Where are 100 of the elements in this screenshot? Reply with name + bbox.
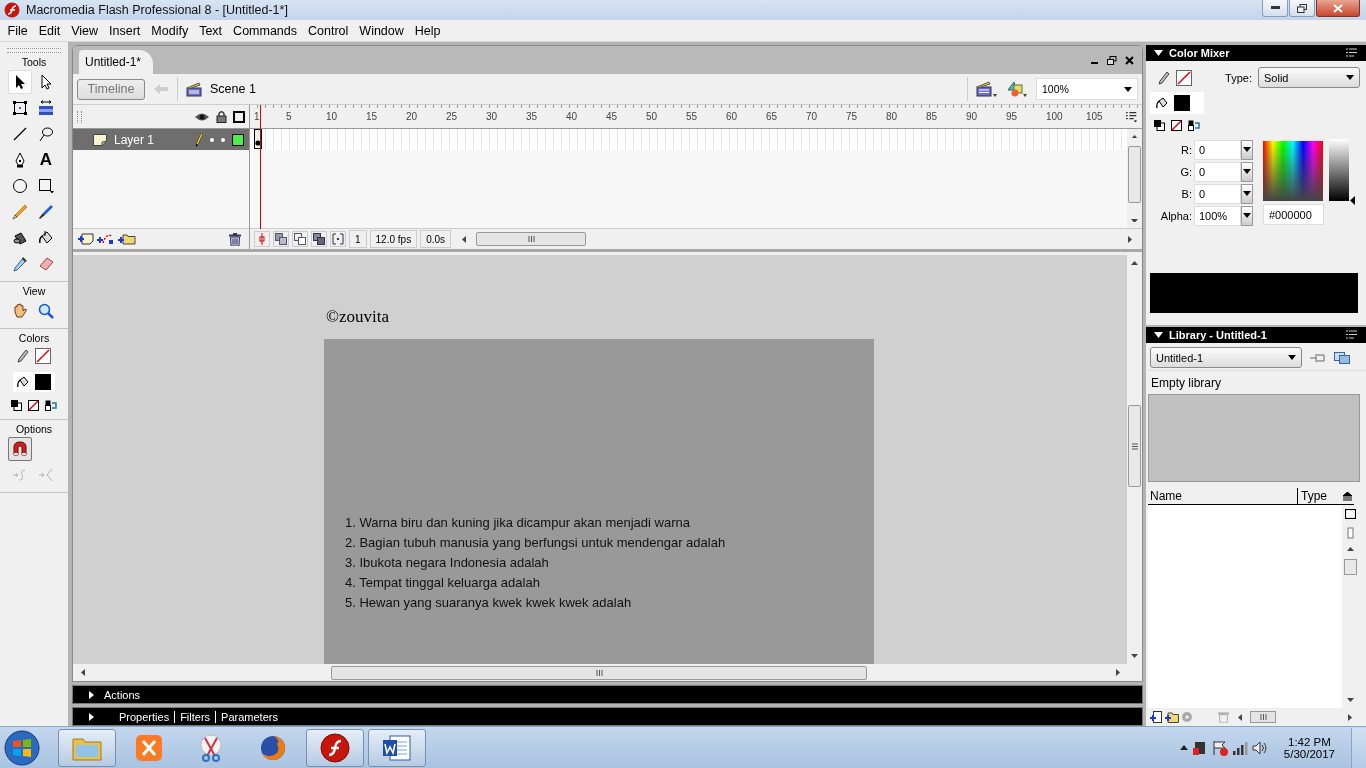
panel-grip[interactable] <box>77 110 82 123</box>
scroll-up-icon[interactable] <box>1131 261 1138 265</box>
network-adapter-icon[interactable] <box>1191 739 1208 756</box>
new-folder-icon[interactable] <box>1165 711 1179 723</box>
scrollbar-thumb[interactable] <box>1128 146 1141 203</box>
signal-bars-icon[interactable] <box>1231 740 1248 755</box>
channel-field[interactable]: 0 <box>1194 183 1241 204</box>
menu-icon[interactable] <box>1126 110 1138 123</box>
taskbar-button[interactable] <box>368 728 426 767</box>
default-colors-icon[interactable] <box>11 400 22 411</box>
scroll-right-icon[interactable] <box>1116 669 1120 677</box>
no-color-icon[interactable] <box>1171 120 1182 131</box>
clock-date[interactable]: 5/30/2017 <box>1283 747 1335 760</box>
panel-tab[interactable]: Filters <box>174 710 216 723</box>
taskbar-button[interactable] <box>306 728 364 767</box>
dropdown-button[interactable] <box>1241 183 1253 204</box>
menu-item[interactable]: Control <box>302 23 354 38</box>
fill-color-swatch[interactable] <box>1174 95 1190 111</box>
timeline-button[interactable]: Timeline <box>77 78 145 100</box>
speaker-icon[interactable] <box>1251 740 1268 755</box>
trash-icon[interactable] <box>229 232 241 246</box>
panel-grip[interactable] <box>7 48 61 53</box>
menu-icon[interactable] <box>1346 48 1358 58</box>
menu-item[interactable]: Help <box>409 23 446 38</box>
channel-field[interactable]: 100% <box>1194 205 1241 226</box>
menu-item[interactable]: Commands <box>227 23 303 38</box>
panel-header[interactable]: Color Mixer <box>1146 45 1366 61</box>
outline-icon[interactable] <box>233 110 245 123</box>
menu-item[interactable]: View <box>65 23 104 38</box>
panel-tab[interactable]: Properties <box>114 710 175 723</box>
scrollbar-thumb[interactable] <box>476 232 587 246</box>
eye-icon[interactable] <box>194 111 210 122</box>
onion-outline-button[interactable] <box>292 231 308 247</box>
menu-item[interactable]: File <box>2 23 34 38</box>
fill-color-swatch[interactable] <box>35 374 51 390</box>
default-colors-icon[interactable] <box>1154 120 1165 131</box>
scroll-down-icon[interactable] <box>1346 698 1354 702</box>
channel-field[interactable]: 0 <box>1194 161 1241 182</box>
no-color-icon[interactable] <box>28 400 39 411</box>
scrollbar-thumb[interactable] <box>331 665 867 680</box>
onion-markers-button[interactable] <box>330 231 346 247</box>
text-tool[interactable]: A <box>34 148 58 172</box>
edit-scene-button[interactable] <box>976 80 998 98</box>
scroll-right-icon[interactable] <box>1128 235 1132 243</box>
actions-panel-bar[interactable]: Actions <box>72 685 1143 705</box>
menu-icon[interactable] <box>1346 330 1358 340</box>
edit-frames-button[interactable] <box>311 231 327 247</box>
new-symbol-icon[interactable] <box>1150 711 1162 723</box>
scrollbar-thumb[interactable] <box>1343 559 1357 575</box>
show-hidden-icons-icon[interactable] <box>1179 745 1188 750</box>
center-frame-button[interactable] <box>254 231 270 247</box>
add-layer-icon[interactable] <box>78 233 94 245</box>
zoom-dropdown[interactable]: 100% <box>1036 78 1138 100</box>
scroll-up-icon[interactable] <box>1131 135 1138 139</box>
channel-field[interactable]: 0 <box>1194 139 1241 160</box>
clock-time[interactable]: 1:42 PM <box>1288 735 1331 748</box>
close-icon[interactable] <box>1125 55 1134 65</box>
scroll-down-icon[interactable] <box>1131 218 1138 222</box>
column-header[interactable]: Type <box>1298 488 1343 504</box>
type-dropdown[interactable]: Solid <box>1258 67 1360 88</box>
start-button[interactable] <box>4 729 40 766</box>
menu-item[interactable]: Insert <box>103 23 146 38</box>
scrollbar-thumb[interactable] <box>1128 405 1141 487</box>
panel-header[interactable]: Library - Untitled-1 <box>1146 327 1366 343</box>
document-tab[interactable]: Untitled-1* <box>79 50 154 74</box>
menu-item[interactable]: Edit <box>33 23 66 38</box>
dropdown-button[interactable] <box>1241 139 1253 160</box>
lock-icon[interactable] <box>216 110 227 123</box>
minimize-button[interactable] <box>1262 0 1288 17</box>
onion-skin-button[interactable] <box>273 231 289 247</box>
close-button[interactable] <box>1316 0 1360 17</box>
new-window-icon[interactable] <box>1334 351 1350 364</box>
scroll-down-icon[interactable] <box>1131 654 1138 659</box>
column-header[interactable]: Name <box>1148 488 1298 504</box>
restore-button[interactable] <box>1289 0 1315 17</box>
narrow-view-icon[interactable] <box>1346 527 1354 539</box>
wide-view-icon[interactable] <box>1344 509 1356 519</box>
swap-colors-icon[interactable] <box>1188 120 1200 131</box>
scrollbar-thumb[interactable] <box>1250 711 1276 723</box>
add-folder-icon[interactable] <box>118 233 136 245</box>
properties-panel-bar[interactable]: Properties Filters Parameters <box>72 707 1143 726</box>
edit-symbols-button[interactable] <box>1006 80 1028 98</box>
hex-field[interactable]: #000000 <box>1263 204 1324 225</box>
color-spectrum[interactable] <box>1263 141 1323 201</box>
library-dropdown[interactable]: Untitled-1 <box>1150 347 1302 368</box>
scene-label[interactable]: Scene 1 <box>210 82 256 96</box>
sort-icon[interactable] <box>1343 491 1352 501</box>
scroll-left-icon[interactable] <box>81 669 85 677</box>
layer-row[interactable]: Layer 1 <box>73 129 249 150</box>
flag-icon[interactable] <box>1211 739 1228 756</box>
scroll-up-icon[interactable] <box>1346 547 1354 551</box>
stroke-color-swatch[interactable] <box>35 348 51 364</box>
dropdown-button[interactable] <box>1241 161 1253 182</box>
menu-item[interactable]: Text <box>193 23 228 38</box>
scroll-left-icon[interactable] <box>462 235 467 243</box>
restore-icon[interactable] <box>1107 55 1117 65</box>
swap-colors-icon[interactable] <box>45 400 57 411</box>
stroke-color-swatch[interactable] <box>1176 69 1192 86</box>
scroll-right-icon[interactable] <box>1348 713 1352 721</box>
scroll-left-icon[interactable] <box>1238 713 1242 721</box>
